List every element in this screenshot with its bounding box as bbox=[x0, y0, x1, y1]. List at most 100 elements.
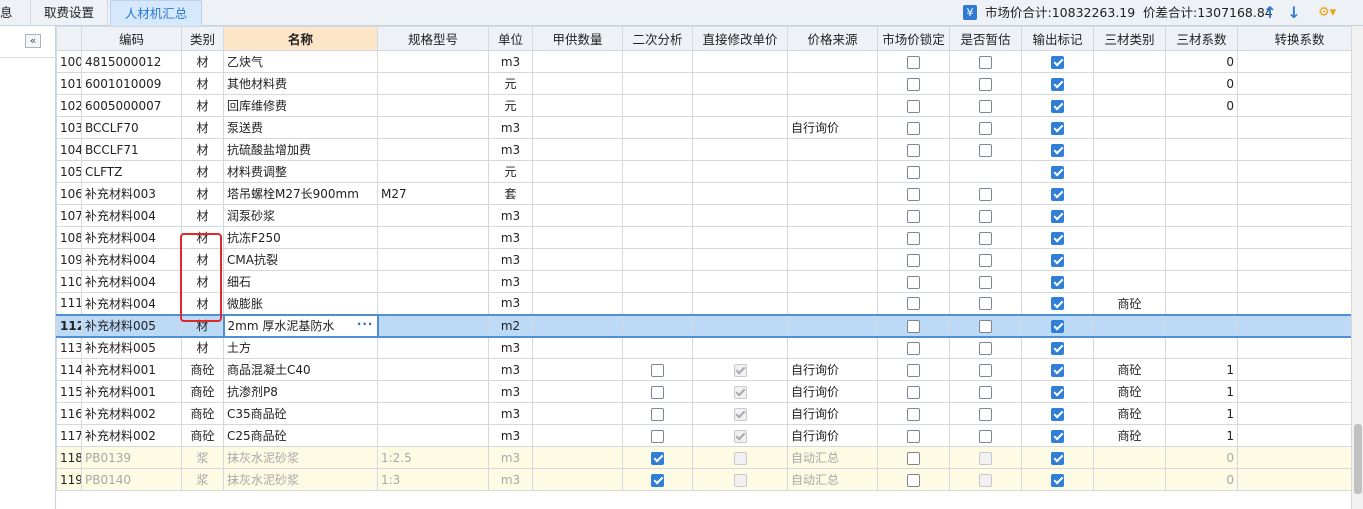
cell-supply-qty[interactable] bbox=[532, 313, 623, 338]
cell-material-coef[interactable] bbox=[1165, 204, 1238, 227]
checkbox-cell[interactable] bbox=[877, 468, 950, 491]
cell-empty[interactable] bbox=[622, 270, 693, 293]
checkbox[interactable] bbox=[907, 451, 920, 465]
cell-material-coef[interactable]: 1 bbox=[1165, 358, 1238, 381]
checkbox-cell[interactable] bbox=[949, 402, 1022, 425]
cell-code[interactable]: 6005000007 bbox=[81, 94, 182, 117]
cell-empty[interactable] bbox=[949, 160, 1022, 183]
cell-empty[interactable] bbox=[622, 50, 693, 73]
row-number[interactable]: 115 bbox=[56, 380, 82, 403]
cell-unit[interactable]: m3 bbox=[488, 424, 533, 447]
cell-name[interactable]: CMA抗裂 bbox=[223, 248, 378, 271]
cell-name[interactable]: 微膨胀 bbox=[223, 292, 378, 315]
cell-supply-qty[interactable] bbox=[532, 160, 623, 183]
checkbox-cell[interactable] bbox=[949, 313, 1022, 338]
cell-material-type[interactable]: 商砼 bbox=[1093, 358, 1166, 381]
cell-empty[interactable] bbox=[622, 72, 693, 95]
cell-category[interactable]: 材 bbox=[181, 182, 224, 205]
cell-spec[interactable] bbox=[377, 94, 489, 117]
cell-material-type[interactable] bbox=[1093, 226, 1166, 249]
row-number[interactable]: 107 bbox=[56, 204, 82, 227]
checkbox-cell[interactable] bbox=[1021, 292, 1094, 315]
checkbox-cell[interactable] bbox=[949, 336, 1022, 359]
row-number[interactable]: 100 bbox=[56, 50, 82, 73]
checkbox[interactable] bbox=[733, 473, 747, 487]
table-row[interactable]: 103 BCCLF70 材泵送费 m3 自行询价 bbox=[56, 116, 1351, 139]
checkbox[interactable] bbox=[651, 407, 664, 421]
cell-conversion-coef[interactable] bbox=[1237, 248, 1351, 271]
cell-supply-qty[interactable] bbox=[532, 336, 623, 359]
checkbox-cell[interactable] bbox=[877, 72, 950, 95]
checkbox-cell[interactable] bbox=[949, 380, 1022, 403]
cell-supply-qty[interactable] bbox=[532, 116, 623, 139]
cell-supply-qty[interactable] bbox=[532, 50, 623, 73]
scrollbar-thumb[interactable] bbox=[1354, 424, 1362, 494]
cell-conversion-coef[interactable] bbox=[1237, 204, 1351, 227]
checkbox-cell[interactable] bbox=[622, 468, 693, 491]
checkbox[interactable] bbox=[733, 451, 747, 465]
cell-supply-qty[interactable] bbox=[532, 358, 623, 381]
checkbox-cell[interactable] bbox=[949, 94, 1022, 117]
cell-code[interactable]: 6001010009 bbox=[81, 72, 182, 95]
cell-code[interactable]: 补充材料001 bbox=[81, 358, 182, 381]
cell-supply-qty[interactable] bbox=[532, 292, 623, 315]
cell-material-coef[interactable] bbox=[1165, 292, 1238, 315]
checkbox[interactable] bbox=[907, 187, 920, 201]
cell-material-coef[interactable]: 1 bbox=[1165, 380, 1238, 403]
cell-material-type[interactable]: 商砼 bbox=[1093, 402, 1166, 425]
checkbox-cell[interactable] bbox=[949, 358, 1022, 381]
cell-material-type[interactable] bbox=[1093, 446, 1166, 469]
row-number[interactable]: 118 bbox=[56, 446, 82, 469]
checkbox[interactable] bbox=[1051, 253, 1064, 267]
checkbox-cell[interactable] bbox=[622, 446, 693, 469]
cell-unit[interactable]: m3 bbox=[488, 50, 533, 73]
table-row[interactable]: 117 补充材料002 商砼 C25商品砼 m3 自行询价 商砼 1 bbox=[56, 424, 1351, 447]
cell-price-source[interactable] bbox=[787, 160, 878, 183]
row-number[interactable]: 103 bbox=[56, 116, 82, 139]
table-row[interactable]: 113 补充材料005 材土方 m3 bbox=[56, 336, 1351, 359]
checkbox-cell[interactable] bbox=[1021, 204, 1094, 227]
cell-supply-qty[interactable] bbox=[532, 380, 623, 403]
cell-spec[interactable] bbox=[377, 336, 489, 359]
col-header-secondary-analysis[interactable]: 二次分析 bbox=[622, 26, 693, 51]
cell-spec[interactable] bbox=[377, 380, 489, 403]
checkbox[interactable] bbox=[979, 407, 992, 421]
cell-material-type[interactable] bbox=[1093, 72, 1166, 95]
checkbox[interactable] bbox=[907, 253, 920, 267]
checkbox-cell[interactable] bbox=[692, 424, 788, 447]
cell-price-source[interactable]: 自行询价 bbox=[787, 380, 878, 403]
checkbox[interactable] bbox=[1051, 319, 1064, 333]
checkbox-cell[interactable] bbox=[877, 248, 950, 271]
checkbox-cell[interactable] bbox=[1021, 248, 1094, 271]
cell-spec[interactable]: 1:3 bbox=[377, 468, 489, 491]
cell-unit[interactable]: m3 bbox=[488, 292, 533, 315]
cell-category[interactable]: 材 bbox=[181, 226, 224, 249]
checkbox[interactable] bbox=[1051, 121, 1064, 135]
cell-conversion-coef[interactable] bbox=[1237, 424, 1351, 447]
cell-category[interactable]: 浆 bbox=[181, 446, 224, 469]
checkbox[interactable] bbox=[1051, 209, 1064, 223]
checkbox[interactable] bbox=[651, 473, 664, 487]
cell-empty[interactable] bbox=[622, 248, 693, 271]
checkbox[interactable] bbox=[979, 121, 992, 135]
table-row[interactable]: 116 补充材料002 商砼 C35商品砼 m3 自行询价 商砼 1 bbox=[56, 402, 1351, 425]
checkbox[interactable] bbox=[907, 341, 920, 355]
cell-code[interactable]: BCCLF70 bbox=[81, 116, 182, 139]
checkbox-cell[interactable] bbox=[877, 336, 950, 359]
cell-code[interactable]: CLFTZ bbox=[81, 160, 182, 183]
checkbox-cell[interactable] bbox=[877, 380, 950, 403]
cell-conversion-coef[interactable] bbox=[1237, 402, 1351, 425]
cell-empty[interactable] bbox=[692, 336, 788, 359]
cell-material-coef[interactable] bbox=[1165, 226, 1238, 249]
cell-category[interactable]: 材 bbox=[181, 116, 224, 139]
cell-conversion-coef[interactable] bbox=[1237, 226, 1351, 249]
checkbox-cell[interactable] bbox=[1021, 402, 1094, 425]
cell-category[interactable]: 材 bbox=[181, 50, 224, 73]
cell-empty[interactable] bbox=[622, 292, 693, 315]
checkbox[interactable] bbox=[979, 429, 992, 443]
row-number[interactable]: 104 bbox=[56, 138, 82, 161]
cell-unit[interactable]: m3 bbox=[488, 358, 533, 381]
cell-price-source[interactable]: 自行询价 bbox=[787, 358, 878, 381]
row-number[interactable]: 114 bbox=[56, 358, 82, 381]
cell-unit[interactable]: m3 bbox=[488, 446, 533, 469]
